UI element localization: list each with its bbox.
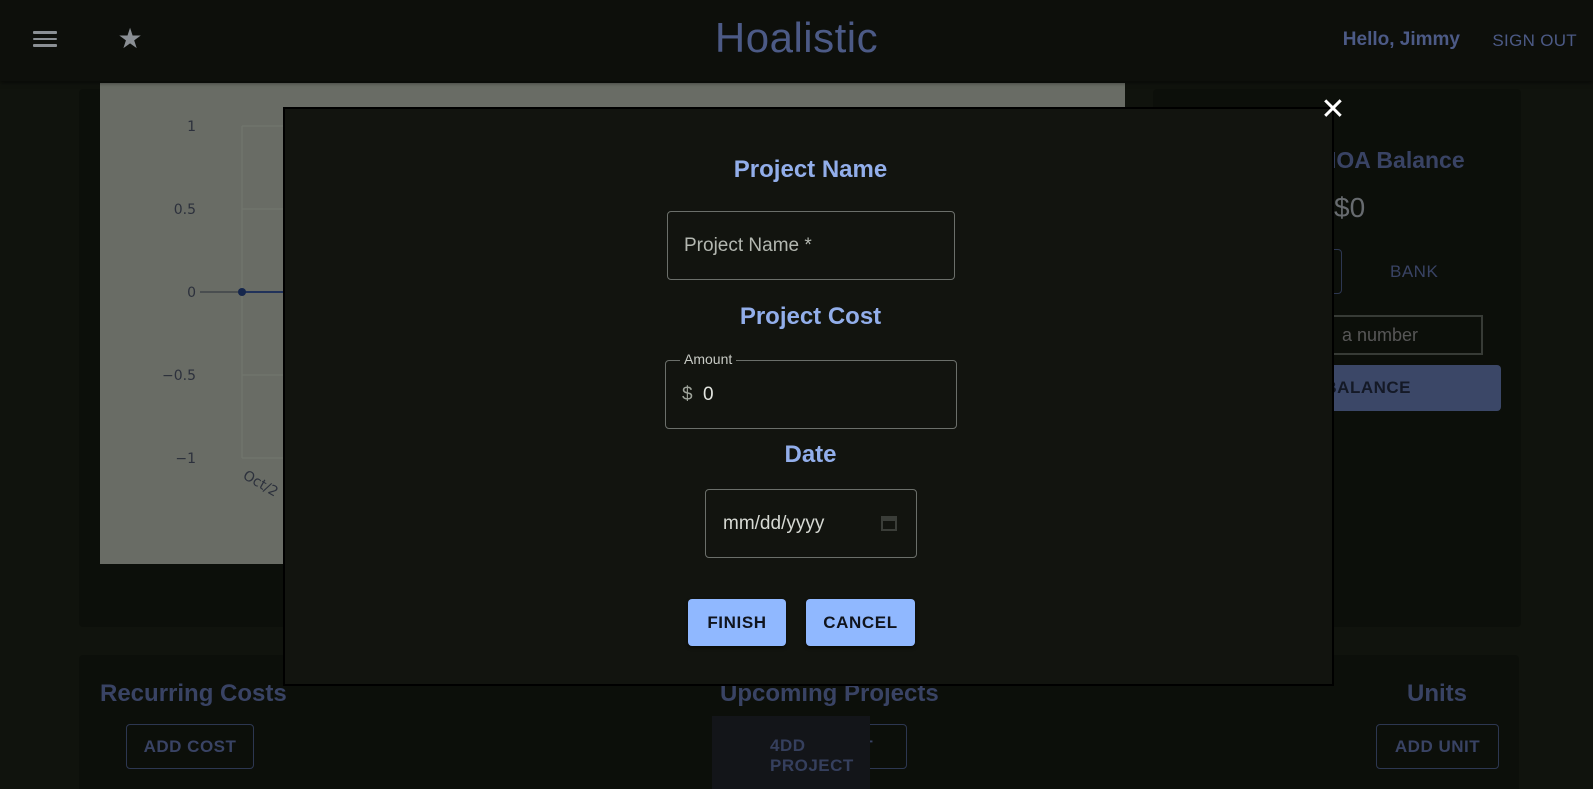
project-cost-label: Project Cost: [739, 303, 882, 330]
sign-out-button[interactable]: SIGN OUT: [1492, 31, 1577, 51]
calendar-icon[interactable]: [880, 514, 898, 532]
date-label: Date: [784, 441, 837, 468]
app-bar: ★ Hoalistic Hello, Jimmy SIGN OUT: [0, 0, 1593, 81]
currency-symbol: $: [682, 384, 693, 405]
date-placeholder: mm/dd/yyyy: [723, 513, 825, 534]
finish-button[interactable]: FINISH: [688, 599, 786, 646]
project-name-placeholder: Project Name *: [684, 235, 812, 256]
user-greeting: Hello, Jimmy: [1342, 29, 1460, 50]
amount-field[interactable]: Amount $ 0: [665, 351, 957, 429]
cancel-button[interactable]: CANCEL: [806, 599, 915, 646]
add-project-dialog: Project Name Project Name * Project Cost…: [283, 107, 1334, 686]
project-name-field[interactable]: Project Name *: [667, 211, 955, 280]
close-icon[interactable]: ✕: [1319, 95, 1347, 125]
project-name-label: Project Name: [733, 156, 888, 183]
amount-legend: Amount: [680, 351, 737, 367]
amount-value: 0: [703, 384, 714, 405]
date-field[interactable]: mm/dd/yyyy: [705, 489, 917, 558]
